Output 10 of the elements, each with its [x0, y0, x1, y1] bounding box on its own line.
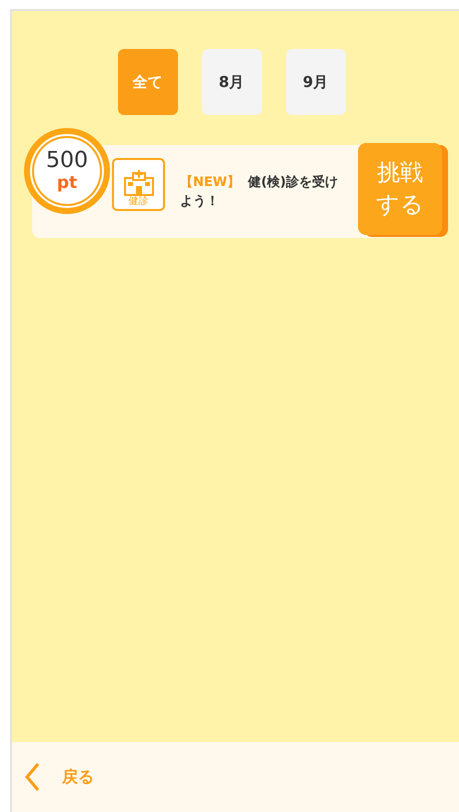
filter-tab[interactable]: 全て: [118, 49, 178, 115]
hospital-icon: 健診: [112, 158, 165, 211]
challenge-title: 【NEW】 健(検)診を受けよう！: [180, 174, 339, 211]
points-unit: pt: [56, 173, 78, 193]
back-link[interactable]: 戻る: [62, 766, 94, 788]
challenge-button[interactable]: 挑戦する: [358, 143, 442, 235]
filter-tab[interactable]: 9月: [286, 49, 346, 115]
back-icon[interactable]: [24, 762, 40, 792]
points-value: 500: [46, 149, 88, 173]
filter-tab[interactable]: 8月: [202, 49, 262, 115]
